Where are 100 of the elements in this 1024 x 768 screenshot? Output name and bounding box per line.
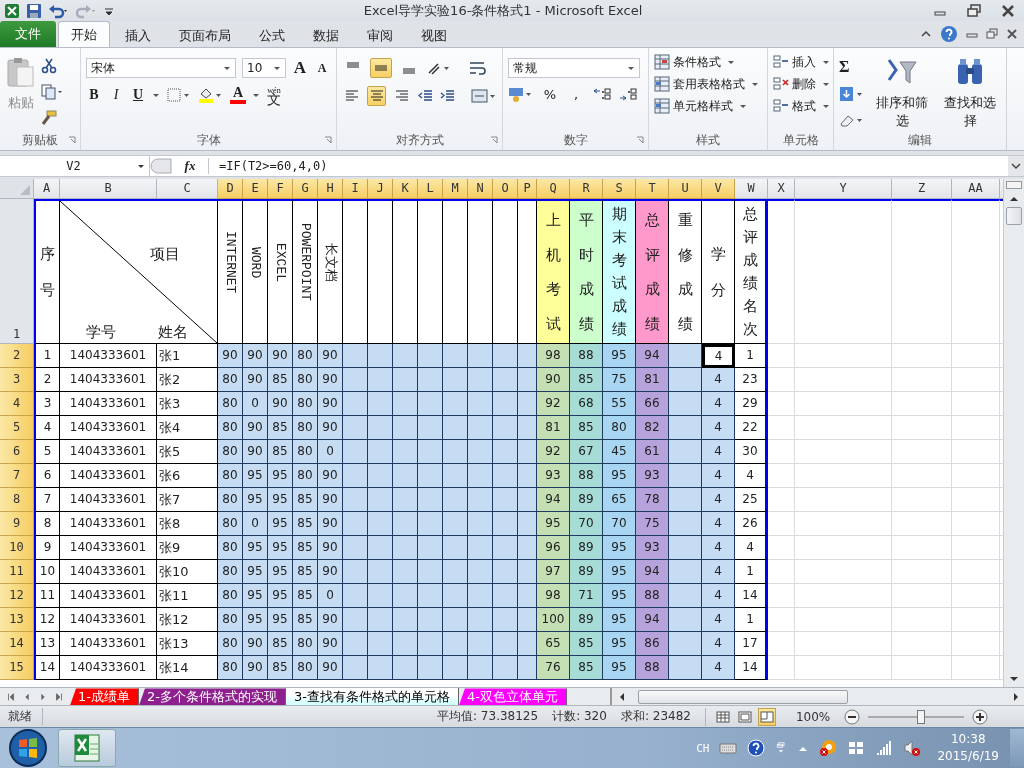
row-header[interactable]: 7 [0, 464, 34, 489]
sort-filter-button[interactable]: 排序和筛选 [871, 52, 933, 131]
row-header[interactable]: 3 [0, 368, 34, 393]
grow-font-button[interactable]: A [292, 58, 308, 79]
cells-menu-button[interactable]: 插入 [773, 53, 828, 72]
expand-caret-icon[interactable] [1008, 156, 1024, 177]
ribbon-tab[interactable]: 视图 [408, 23, 460, 48]
column-header[interactable]: Z [892, 179, 952, 200]
orientation-icon[interactable] [426, 60, 452, 77]
caret-icon[interactable] [273, 64, 281, 73]
vertical-align-button[interactable] [370, 58, 392, 79]
find-select-button[interactable]: 查找和选择 [939, 52, 1001, 131]
column-header[interactable]: E [243, 179, 268, 200]
comma-button[interactable]: , [566, 86, 586, 102]
undo-icon[interactable] [48, 2, 70, 19]
first-sheet-icon[interactable] [6, 691, 16, 702]
ribbon-tab[interactable]: 开始 [58, 21, 110, 48]
splitter-handle-icon[interactable] [150, 158, 172, 175]
column-header[interactable]: X [768, 179, 795, 200]
view-button[interactable] [757, 707, 776, 726]
increase-decimal-icon[interactable] [592, 86, 612, 103]
row-header[interactable]: 15 [0, 656, 34, 681]
sheet-tab[interactable]: 2-多个条件格式的实现 [138, 688, 286, 706]
styles-menu-button[interactable]: 单元格样式 [654, 97, 762, 116]
windows-flag-icon[interactable] [847, 739, 866, 757]
taskbar-app-button[interactable] [58, 729, 116, 767]
cells-menu-button[interactable]: 格式 [773, 97, 828, 116]
scrollbar-thumb[interactable] [1006, 207, 1022, 226]
font-name-field[interactable]: 宋体 [86, 58, 236, 79]
column-header[interactable]: A [34, 179, 60, 200]
row-header[interactable]: 5 [0, 416, 34, 441]
copy-icon[interactable] [41, 84, 63, 101]
column-header[interactable]: R [570, 179, 603, 200]
styles-menu-button[interactable]: 条件格式 [654, 53, 762, 72]
column-header[interactable]: K [393, 179, 418, 200]
zoom-in-icon[interactable] [972, 708, 989, 725]
format-painter-icon[interactable] [41, 110, 57, 127]
decrease-decimal-icon[interactable] [618, 86, 638, 103]
merge-cells-icon[interactable] [471, 88, 497, 105]
row-header[interactable]: 10 [0, 536, 34, 561]
column-header[interactable]: J [368, 179, 393, 200]
help-icon[interactable] [940, 25, 958, 44]
row-header[interactable]: 1 [0, 199, 34, 345]
column-header[interactable]: W [735, 179, 768, 200]
row-header[interactable]: 9 [0, 512, 34, 537]
row-header[interactable]: 2 [0, 344, 34, 369]
paste-button[interactable]: 粘贴 [5, 52, 37, 131]
underline-button[interactable]: U [130, 87, 146, 104]
ribbon-tab[interactable]: 公式 [246, 23, 298, 48]
column-header[interactable] [1000, 179, 1003, 200]
insert-function-button[interactable]: fx [172, 158, 209, 175]
column-header[interactable]: M [443, 179, 468, 200]
bold-button[interactable]: B [86, 87, 102, 104]
caret-icon[interactable] [152, 91, 160, 100]
column-header[interactable]: Y [795, 179, 892, 200]
column-header[interactable]: I [343, 179, 368, 200]
column-header[interactable]: L [418, 179, 443, 200]
column-header[interactable]: H [318, 179, 343, 200]
ribbon-tab[interactable]: 数据 [300, 23, 352, 48]
restore-icon[interactable] [986, 28, 998, 41]
row-header[interactable]: 14 [0, 632, 34, 657]
horizontal-align-button[interactable] [367, 86, 386, 107]
row-header[interactable]: 12 [0, 584, 34, 609]
zoom-slider-thumb[interactable] [917, 709, 926, 724]
column-header[interactable]: T [636, 179, 669, 200]
caret-icon[interactable] [137, 162, 145, 171]
column-header[interactable]: S [603, 179, 636, 200]
shrink-font-button[interactable]: A [314, 60, 330, 76]
caret-icon[interactable] [252, 91, 260, 100]
autosum-button[interactable]: Σ [839, 58, 865, 77]
currency-icon[interactable] [508, 86, 534, 103]
formula-field[interactable]: =IF(T2>=60,4,0) [209, 159, 1008, 174]
row-header[interactable]: 11 [0, 560, 34, 585]
zoom-out-icon[interactable] [844, 708, 861, 725]
row-header[interactable]: 4 [0, 392, 34, 417]
scrollbar-thumb[interactable] [638, 689, 848, 704]
fill-color-icon[interactable] [198, 87, 224, 104]
font-color-button[interactable]: A [230, 86, 246, 105]
column-header[interactable]: D [218, 179, 243, 200]
column-header[interactable]: G [293, 179, 318, 200]
sheet-tab[interactable]: 3-查找有条件格式的单元格 [285, 688, 459, 706]
row-header[interactable]: 6 [0, 440, 34, 465]
column-header[interactable]: P [518, 179, 537, 200]
fill-down-icon[interactable] [839, 86, 865, 103]
borders-icon[interactable] [166, 87, 192, 104]
column-header[interactable]: V [702, 179, 735, 200]
caret-icon[interactable] [223, 64, 231, 73]
ribbon-tab[interactable]: 插入 [112, 23, 164, 48]
speaker-muted-icon[interactable] [903, 739, 922, 757]
italic-button[interactable]: I [108, 87, 124, 104]
save-icon[interactable] [26, 2, 42, 19]
dialog-launcher-icon[interactable] [636, 136, 644, 145]
column-header[interactable]: AA [952, 179, 1000, 200]
excel-logo-icon[interactable] [4, 2, 20, 19]
start-button-icon[interactable] [8, 728, 48, 768]
dialog-launcher-icon[interactable] [324, 136, 332, 145]
font-size-field[interactable]: 10 [242, 58, 286, 79]
windows-restore-icon[interactable] [775, 742, 788, 754]
close-icon[interactable] [1000, 2, 1016, 19]
caret-icon[interactable] [627, 64, 635, 73]
